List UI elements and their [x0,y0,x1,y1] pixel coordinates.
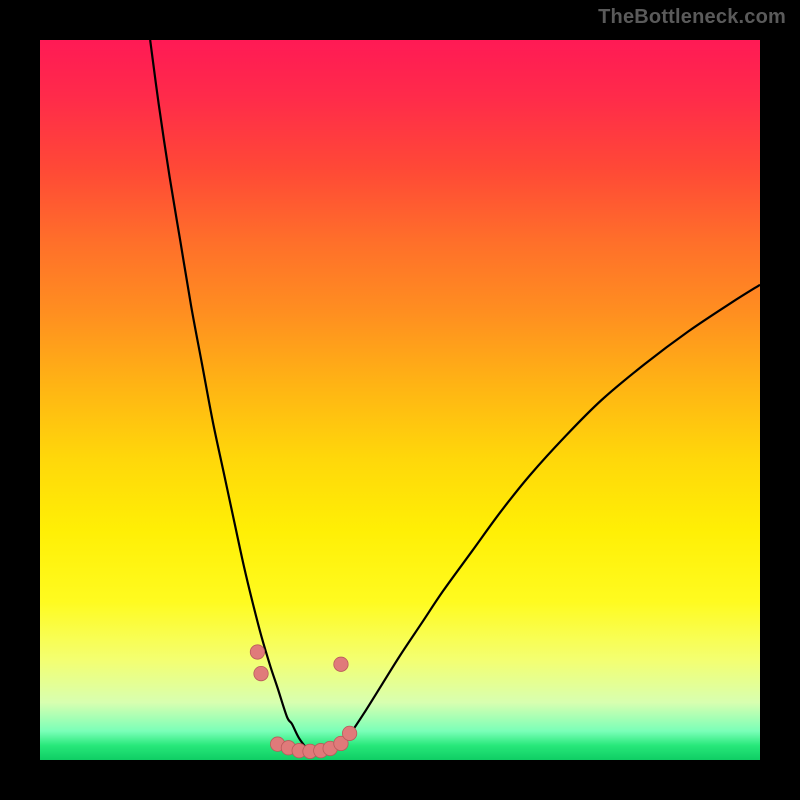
data-marker [342,726,356,740]
curve-layer [40,40,760,760]
right-curve [339,285,760,749]
watermark-text: TheBottleneck.com [598,6,786,29]
chart-frame: TheBottleneck.com [0,0,800,800]
data-marker [250,645,264,659]
data-marker [334,657,348,671]
left-curve [150,40,310,753]
marker-group [250,645,357,759]
data-marker [254,666,268,680]
